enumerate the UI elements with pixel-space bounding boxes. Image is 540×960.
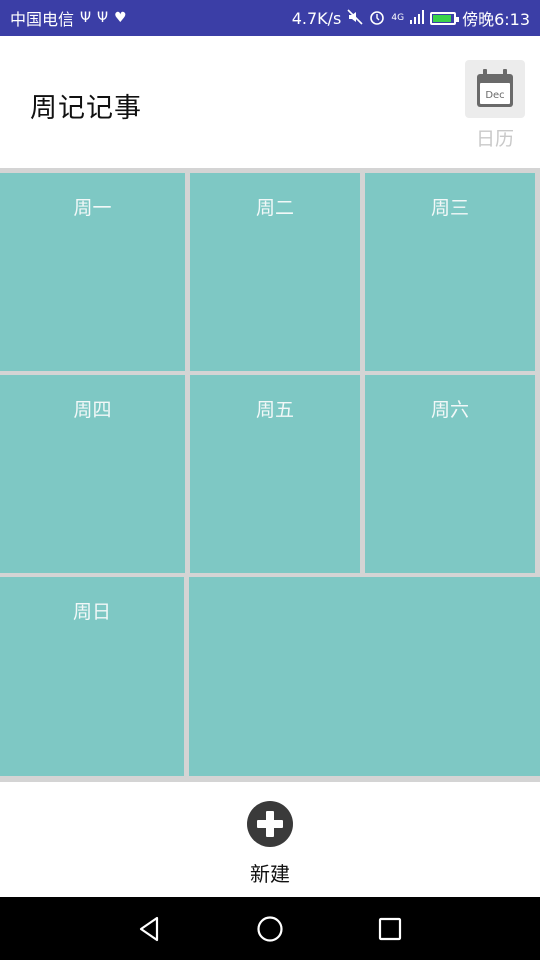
- usb-debug-icon: Ψ: [97, 10, 109, 26]
- day-label: 周四: [73, 399, 112, 421]
- back-triangle-icon: [139, 916, 159, 942]
- day-label: 周一: [73, 197, 112, 219]
- calendar-label: 日历: [475, 128, 514, 150]
- status-left: 中国电信 Ψ Ψ ♥: [10, 6, 127, 30]
- navigation-bar: [0, 897, 540, 960]
- day-tile-sunday[interactable]: 周日: [0, 577, 184, 776]
- empty-tile[interactable]: [189, 577, 540, 776]
- mute-icon: [347, 8, 363, 28]
- back-button[interactable]: [135, 914, 165, 944]
- day-label: 周六: [430, 399, 469, 421]
- day-label: 周五: [255, 399, 294, 421]
- status-right: 4.7K/s 4G 傍晚6:13: [292, 6, 530, 30]
- day-tile-saturday[interactable]: 周六: [365, 375, 535, 573]
- battery-level: [433, 14, 452, 22]
- day-tile-wednesday[interactable]: 周三: [365, 173, 535, 371]
- health-icon: ♥: [114, 10, 127, 26]
- day-tile-tuesday[interactable]: 周二: [190, 173, 360, 371]
- plus-circle-icon: [247, 801, 293, 847]
- new-label: 新建: [250, 862, 290, 886]
- calendar-icon: Dec: [465, 60, 525, 118]
- signal-icon: [410, 9, 425, 27]
- battery-icon: [430, 11, 460, 25]
- recents-square-icon: [378, 917, 402, 941]
- day-label: 周二: [255, 197, 294, 219]
- home-button[interactable]: [255, 914, 285, 944]
- bottom-bar: 新建: [0, 782, 540, 897]
- recents-button[interactable]: [375, 914, 405, 944]
- day-label: 周三: [430, 197, 469, 219]
- page-title: 周记记事: [30, 93, 142, 124]
- status-bar: 中国电信 Ψ Ψ ♥ 4.7K/s 4G 傍晚6:13: [0, 0, 540, 36]
- calendar-button[interactable]: Dec 日历: [464, 60, 526, 152]
- home-circle-icon: [257, 916, 283, 942]
- day-tile-friday[interactable]: 周五: [190, 375, 360, 573]
- alarm-icon: [369, 9, 385, 28]
- new-button[interactable]: 新建: [232, 800, 308, 890]
- header: 周记记事 Dec 日历: [0, 36, 540, 168]
- network-type-icon: 4G: [391, 12, 405, 23]
- carrier-name: 中国电信: [10, 10, 75, 29]
- calendar-icon-text: Dec: [485, 90, 504, 101]
- network-speed: 4.7K/s: [291, 8, 342, 28]
- day-label: 周日: [72, 601, 111, 623]
- day-tile-monday[interactable]: 周一: [0, 173, 185, 371]
- clock: 傍晚6:13: [462, 10, 530, 29]
- day-tile-thursday[interactable]: 周四: [0, 375, 185, 573]
- week-grid: 周一 周二 周三 周四 周五 周六 周日: [0, 168, 540, 782]
- usb-icon: Ψ: [80, 10, 92, 26]
